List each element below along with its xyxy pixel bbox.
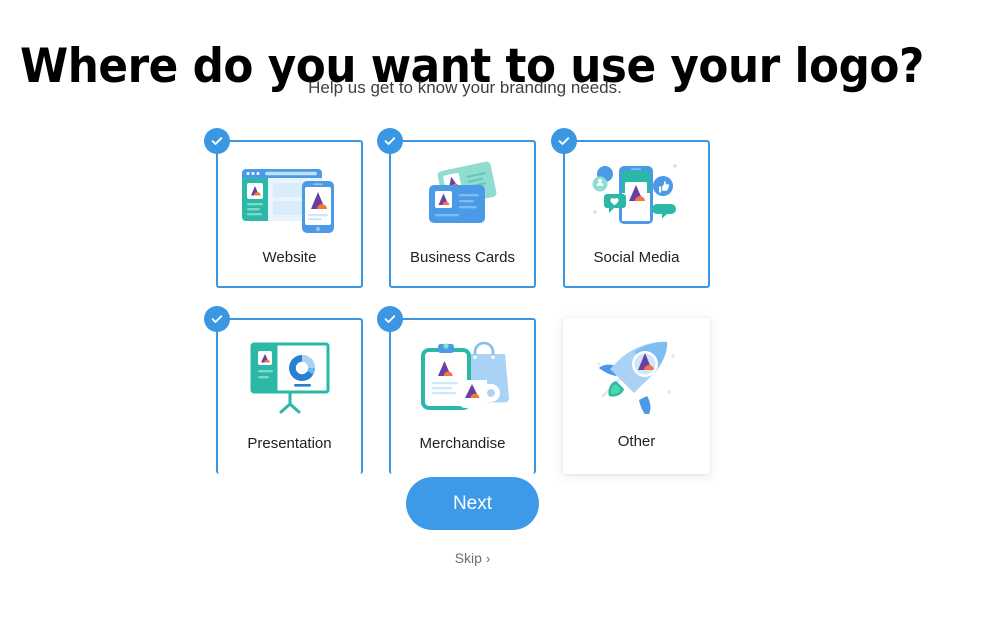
option-label: Merchandise xyxy=(419,435,506,452)
check-icon xyxy=(204,128,230,154)
option-card-social-media[interactable]: Social Media xyxy=(551,128,710,288)
chevron-right-icon: › xyxy=(485,551,491,566)
option-card-merchandise[interactable]: Merchandise xyxy=(377,306,536,476)
option-card-business-cards[interactable]: Business Cards xyxy=(377,128,536,288)
check-icon xyxy=(377,128,403,154)
option-label: Business Cards xyxy=(409,249,516,266)
option-card-website[interactable]: Website xyxy=(204,128,363,288)
business-cards-illustration xyxy=(391,156,534,240)
rocket-illustration xyxy=(563,332,710,416)
option-card-presentation[interactable]: Presentation xyxy=(204,306,363,476)
page-subtitle: Help us get to know your branding needs. xyxy=(308,78,622,97)
option-card-other[interactable]: Other xyxy=(563,318,710,474)
option-label: Presentation xyxy=(247,435,332,452)
onboarding-page: Where do you want to use your logo? Help… xyxy=(0,0,997,635)
options-row-1: Website Business Cards Social Media xyxy=(204,128,718,292)
check-icon xyxy=(377,306,403,332)
options-row-2: Presentation Merchandise Other xyxy=(204,306,718,476)
social-media-illustration xyxy=(565,156,708,240)
presentation-illustration xyxy=(218,334,361,418)
website-illustration xyxy=(218,156,361,240)
logo-usage-options-grid: Website Business Cards Social Media Pres… xyxy=(204,128,718,476)
option-label: Website xyxy=(262,249,317,266)
next-button[interactable]: Next xyxy=(406,477,539,530)
option-label: Other xyxy=(617,433,656,450)
check-icon xyxy=(551,128,577,154)
skip-label: Skip xyxy=(454,550,482,566)
merchandise-illustration xyxy=(391,334,534,418)
check-icon xyxy=(204,306,230,332)
skip-link[interactable]: Skip › xyxy=(406,550,539,566)
option-label: Social Media xyxy=(593,249,680,266)
